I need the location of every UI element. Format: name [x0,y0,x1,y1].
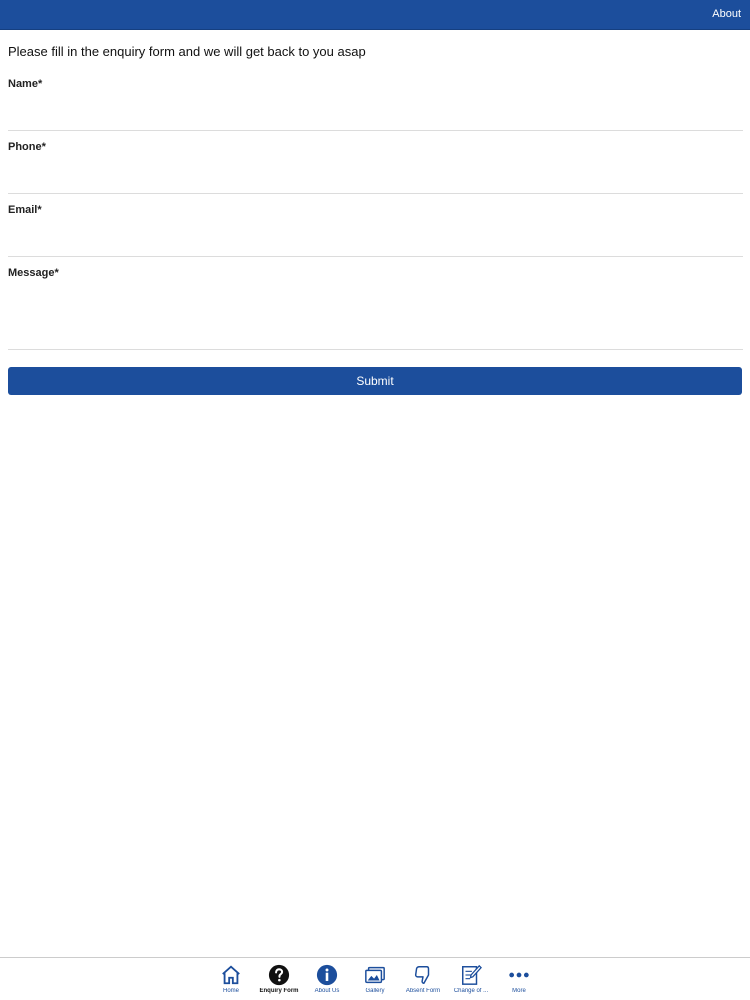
tab-home[interactable]: Home [207,964,255,1000]
phone-label: Phone* [8,141,46,153]
tab-home-label: Home [222,988,239,994]
page: About Please fill in the enquiry form an… [0,0,750,1000]
phone-input[interactable] [8,161,743,194]
phone-field-group: Phone* [8,141,743,194]
tab-enquiry-form[interactable]: Enquiry Form [255,964,303,1000]
tab-absent-form[interactable]: Absent Form [399,964,447,1000]
tab-gallery-label: Gallery [365,988,385,994]
edit-document-icon [462,964,482,985]
name-input[interactable] [8,98,743,131]
gallery-icon [365,966,385,984]
tab-more[interactable]: More [495,964,543,1000]
more-icon [509,972,529,978]
email-field-group: Email* [8,204,743,257]
home-icon [222,965,240,985]
tab-about-us-label: About Us [314,988,340,994]
tab-change-of-label: Change of ... [453,988,489,994]
tab-enquiry-form-label: Enquiry Form [259,988,299,994]
tab-absent-form-label: Absent Form [405,988,441,994]
message-textarea[interactable] [8,287,743,350]
tab-more-label: More [512,988,526,994]
tab-gallery[interactable]: Gallery [351,964,399,1000]
message-label: Message* [8,267,59,279]
email-input[interactable] [8,224,743,257]
message-field-group: Message* [8,267,743,350]
bottom-tab-bar: Home Enquiry Form About Us Gallery Absen… [0,957,750,1000]
email-label: Email* [8,204,42,216]
form-intro-text: Please fill in the enquiry form and we w… [8,44,366,59]
tab-about-us[interactable]: About Us [303,964,351,1000]
about-link[interactable]: About [712,8,741,20]
name-label: Name* [8,78,43,90]
submit-button[interactable]: Submit [8,367,742,395]
thumbs-down-icon [414,966,430,984]
top-navigation-bar: About [0,0,750,30]
name-field-group: Name* [8,78,743,131]
info-icon [316,964,338,986]
tab-change-of[interactable]: Change of ... [447,964,495,1000]
question-icon [268,964,290,986]
